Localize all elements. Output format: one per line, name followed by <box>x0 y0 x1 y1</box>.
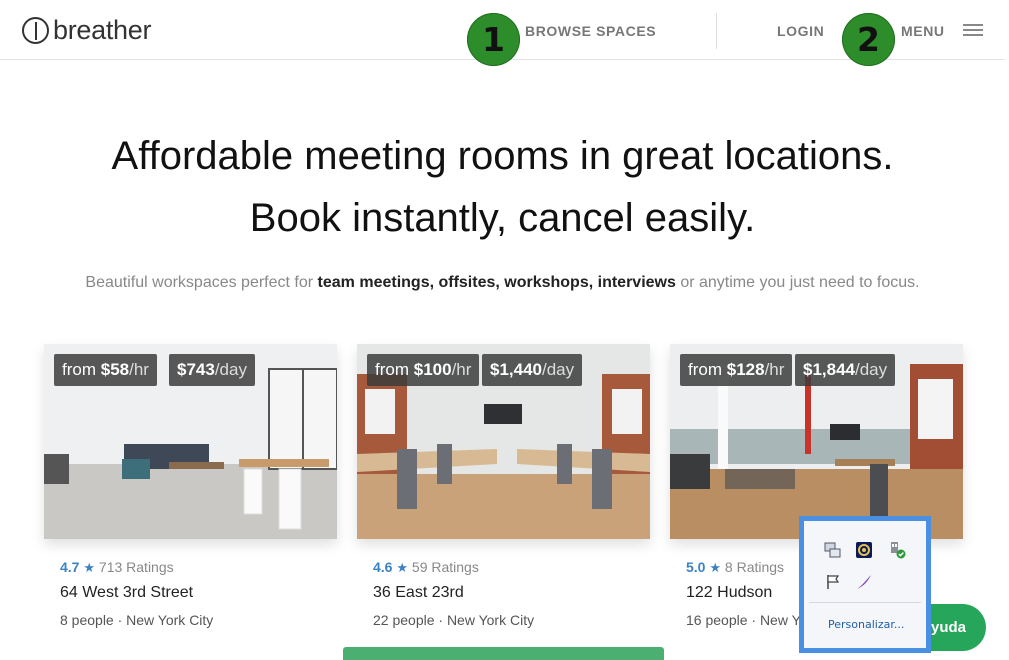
price-from-label: from <box>62 360 96 379</box>
ratings-count: 8 Ratings <box>724 559 785 575</box>
hero-sub-pre: Beautiful workspaces perfect for <box>85 274 314 291</box>
space-meta: 8 people · New York City <box>60 612 214 628</box>
hourly-price-tag: from $100/hr <box>367 354 480 386</box>
space-meta: 16 people · New Y <box>686 612 801 628</box>
space-photo[interactable]: from $58/hr $743/day <box>44 344 337 539</box>
rating-score: 4.7 <box>60 559 80 575</box>
hourly-unit: /hr <box>764 360 785 379</box>
space-address[interactable]: 36 East 23rd <box>373 584 464 602</box>
menu-link[interactable]: MENU <box>901 23 945 39</box>
feather-app-icon[interactable] <box>855 573 873 591</box>
daily-price: $1,440 <box>490 360 542 379</box>
hourly-unit: /hr <box>129 360 149 379</box>
rating-score: 4.6 <box>373 559 393 575</box>
space-photo[interactable]: from $128/hr $1,844/day <box>670 344 963 539</box>
customize-link[interactable]: Personalizar... <box>828 618 904 631</box>
hourly-unit: /hr <box>451 360 472 379</box>
hero-title-line1: Affordable meeting rooms in great locati… <box>111 134 894 178</box>
search-cta-button[interactable] <box>343 647 664 660</box>
usb-safe-remove-icon[interactable] <box>888 541 906 559</box>
daily-price-tag: $1,440/day <box>482 354 583 386</box>
daily-unit: /day <box>855 360 888 379</box>
daily-price: $1,844 <box>803 360 855 379</box>
logo-text: breather <box>53 15 152 45</box>
hero-subtitle: Beautiful workspaces perfect for team me… <box>0 274 1005 292</box>
rating-line: 4.6 ★ 59 Ratings <box>373 559 479 576</box>
star-icon: ★ <box>83 560 96 575</box>
price-from-label: from <box>688 360 722 379</box>
star-icon: ★ <box>396 560 409 575</box>
nav-divider <box>716 13 717 49</box>
annotation-badge-2: 2 <box>842 13 895 66</box>
space-card[interactable]: from $128/hr $1,844/day 5.0 ★ 8 Ratings … <box>670 344 963 628</box>
hourly-price: $128 <box>726 360 765 379</box>
browse-spaces-link[interactable]: BROWSE SPACES <box>525 23 656 39</box>
hourly-price: $100 <box>413 360 452 379</box>
ratings-count: 59 Ratings <box>411 559 479 575</box>
daily-unit: /day <box>214 360 247 379</box>
rating-line: 4.7 ★ 713 Ratings <box>60 559 174 576</box>
space-card[interactable]: from $58/hr $743/day 4.7 ★ 713 Ratings 6… <box>44 344 337 628</box>
ratings-count: 713 Ratings <box>98 559 174 575</box>
hero-sub-post: or anytime you just need to focus. <box>680 274 920 291</box>
daily-unit: /day <box>542 360 575 379</box>
media-icon[interactable] <box>855 541 873 559</box>
space-photo[interactable]: from $100/hr $1,440/day <box>357 344 650 539</box>
star-icon: ★ <box>709 560 722 575</box>
breather-logo[interactable]: breather <box>22 15 151 46</box>
hamburger-menu-icon[interactable] <box>963 24 983 37</box>
login-link[interactable]: LOGIN <box>777 23 824 39</box>
daily-price-tag: $1,844/day <box>795 354 896 386</box>
annotation-badge-1: 1 <box>467 13 520 66</box>
space-address[interactable]: 64 West 3rd Street <box>60 584 193 602</box>
network-icon[interactable] <box>824 541 842 559</box>
hero-sub-bold: team meetings, offsites, workshops, inte… <box>317 274 676 291</box>
hero-title-line2: Book instantly, cancel easily. <box>249 196 756 240</box>
tree-logo-icon <box>22 17 49 44</box>
hourly-price-tag: from $128/hr <box>680 354 793 386</box>
rating-line: 5.0 ★ 8 Ratings <box>686 559 784 576</box>
rating-score: 5.0 <box>686 559 706 575</box>
price-from-label: from <box>375 360 409 379</box>
action-center-flag-icon[interactable] <box>824 573 842 591</box>
space-address[interactable]: 122 Hudson <box>686 584 772 602</box>
hourly-price-tag: from $58/hr <box>54 354 157 386</box>
space-card[interactable]: from $100/hr $1,440/day 4.6 ★ 59 Ratings… <box>357 344 650 628</box>
daily-price-tag: $743/day <box>169 354 255 386</box>
hourly-price: $58 <box>100 360 130 379</box>
system-tray-popup: Personalizar... <box>799 516 931 653</box>
tray-divider <box>809 602 921 603</box>
space-meta: 22 people · New York City <box>373 612 535 628</box>
daily-price: $743 <box>177 360 215 379</box>
